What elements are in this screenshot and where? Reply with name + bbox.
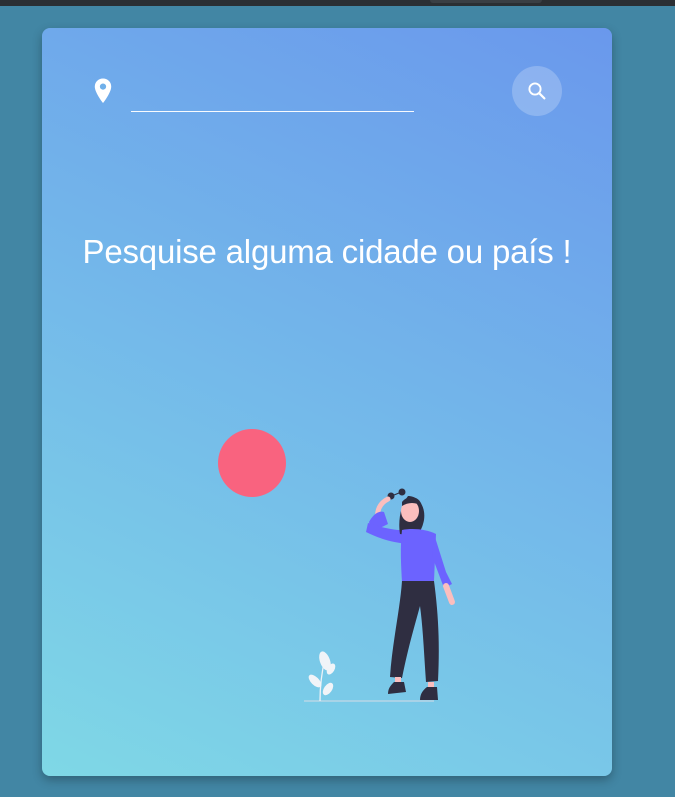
plant-icon	[308, 651, 336, 702]
browser-tab-edge	[430, 0, 542, 3]
woman-figure	[366, 488, 455, 700]
weather-card: Pesquise alguma cidade ou país !	[42, 28, 612, 776]
map-pin-icon	[94, 78, 112, 103]
woman-watching-sun-illustration	[218, 429, 455, 702]
search-prompt-title: Pesquise alguma cidade ou país !	[82, 233, 572, 270]
search-button[interactable]	[512, 66, 562, 116]
search-input[interactable]	[131, 92, 414, 112]
search-icon	[528, 82, 546, 100]
browser-top-bar	[0, 0, 675, 6]
sun-circle	[218, 429, 286, 497]
